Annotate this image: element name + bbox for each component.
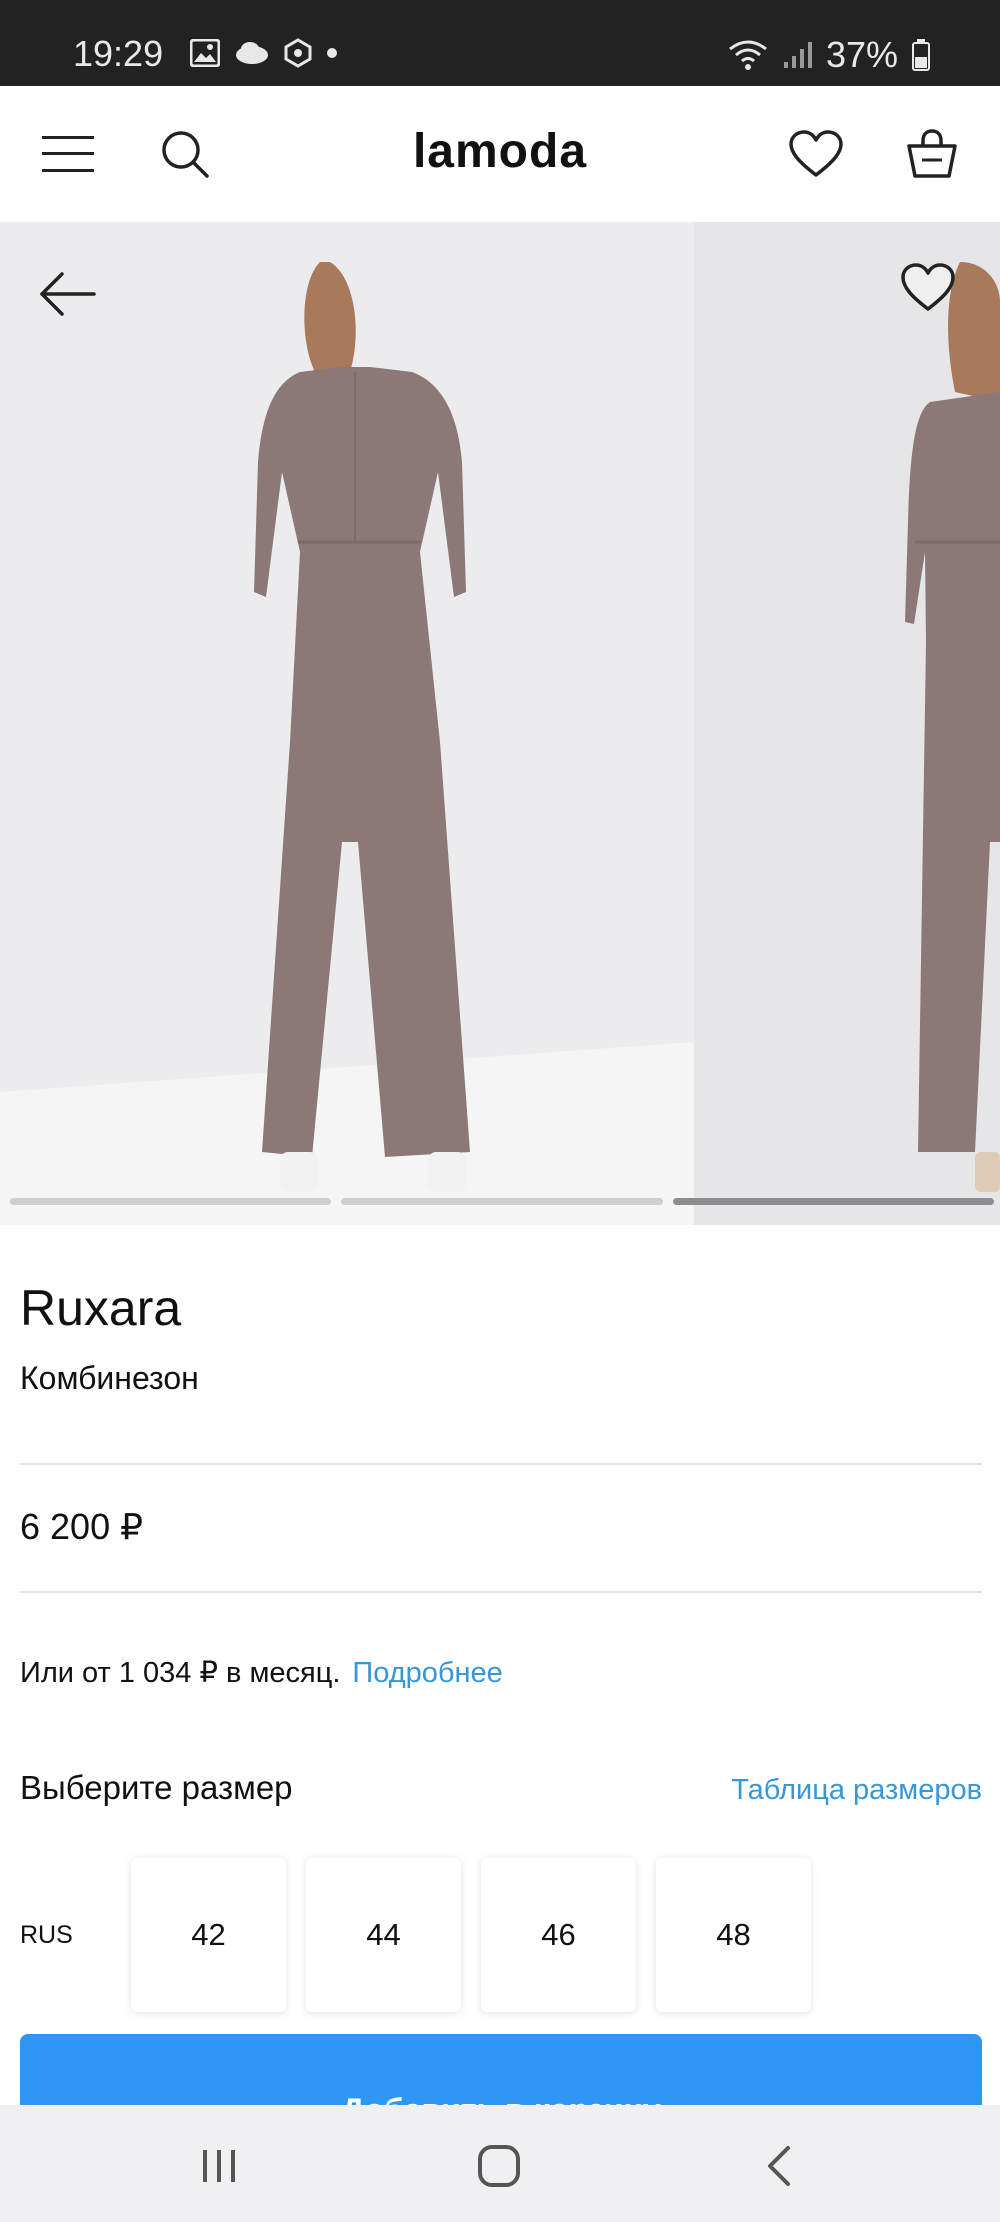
size-chart-link[interactable]: Таблица размеров	[731, 1772, 982, 1808]
shield-icon	[284, 38, 312, 68]
status-time: 19:29	[73, 33, 164, 74]
product-price: 6 200 ₽	[20, 1506, 143, 1547]
installment-more-link[interactable]: Подробнее	[352, 1657, 502, 1689]
signal-icon	[783, 42, 812, 68]
cart-button[interactable]	[904, 126, 960, 182]
pager-dot[interactable]	[341, 1198, 663, 1205]
app-header: lamoda	[0, 86, 1000, 222]
status-system-icons: 37%	[728, 34, 930, 76]
installment-info: Или от 1 034 ₽ в месяц. Подробнее	[20, 1655, 503, 1691]
status-bar: 19:29 37%	[0, 0, 1000, 86]
gallery-pager	[10, 1198, 994, 1206]
size-option[interactable]: 48	[656, 1858, 811, 2012]
arrow-left-icon	[40, 272, 96, 316]
cloud-icon	[236, 42, 268, 64]
heart-icon	[901, 263, 955, 311]
favorites-button[interactable]	[788, 126, 844, 182]
battery-percent: 37%	[825, 34, 898, 75]
pager-dot[interactable]	[10, 1198, 332, 1205]
home-icon	[478, 2145, 520, 2187]
size-options: 42 44 46 48	[131, 1858, 811, 2012]
size-option[interactable]: 46	[481, 1858, 636, 2012]
status-notification-icons	[190, 38, 338, 68]
product-photo	[0, 222, 1000, 1225]
back-nav-button[interactable]	[749, 2141, 809, 2191]
back-icon	[768, 2146, 790, 2186]
heart-icon	[789, 130, 843, 177]
size-system-label: RUS	[20, 1921, 73, 1949]
recent-apps-icon	[203, 2150, 235, 2182]
size-option[interactable]: 42	[131, 1858, 286, 2012]
pager-dot-active[interactable]	[672, 1198, 994, 1205]
dot-icon	[327, 48, 337, 58]
home-button[interactable]	[469, 2141, 529, 2191]
divider	[20, 1591, 982, 1593]
system-navigation-bar	[0, 2105, 1000, 2222]
size-option[interactable]: 44	[306, 1858, 461, 2012]
back-button[interactable]	[36, 262, 100, 326]
wifi-icon	[729, 40, 767, 70]
product-gallery[interactable]	[0, 222, 1000, 1225]
gallery-icon	[190, 39, 220, 67]
installment-text: Или от 1 034 ₽ в месяц.	[20, 1657, 341, 1689]
recent-apps-button[interactable]	[189, 2141, 249, 2191]
divider	[20, 1463, 982, 1465]
product-type: Комбинезон	[20, 1360, 199, 1396]
cart-icon	[907, 129, 957, 178]
lamoda-logo[interactable]: lamoda	[0, 124, 1000, 179]
add-to-favorites-button[interactable]	[900, 262, 966, 326]
product-brand[interactable]: Ruxara	[20, 1280, 181, 1336]
size-section-title: Выберите размер	[20, 1769, 293, 1806]
battery-icon	[912, 39, 930, 71]
